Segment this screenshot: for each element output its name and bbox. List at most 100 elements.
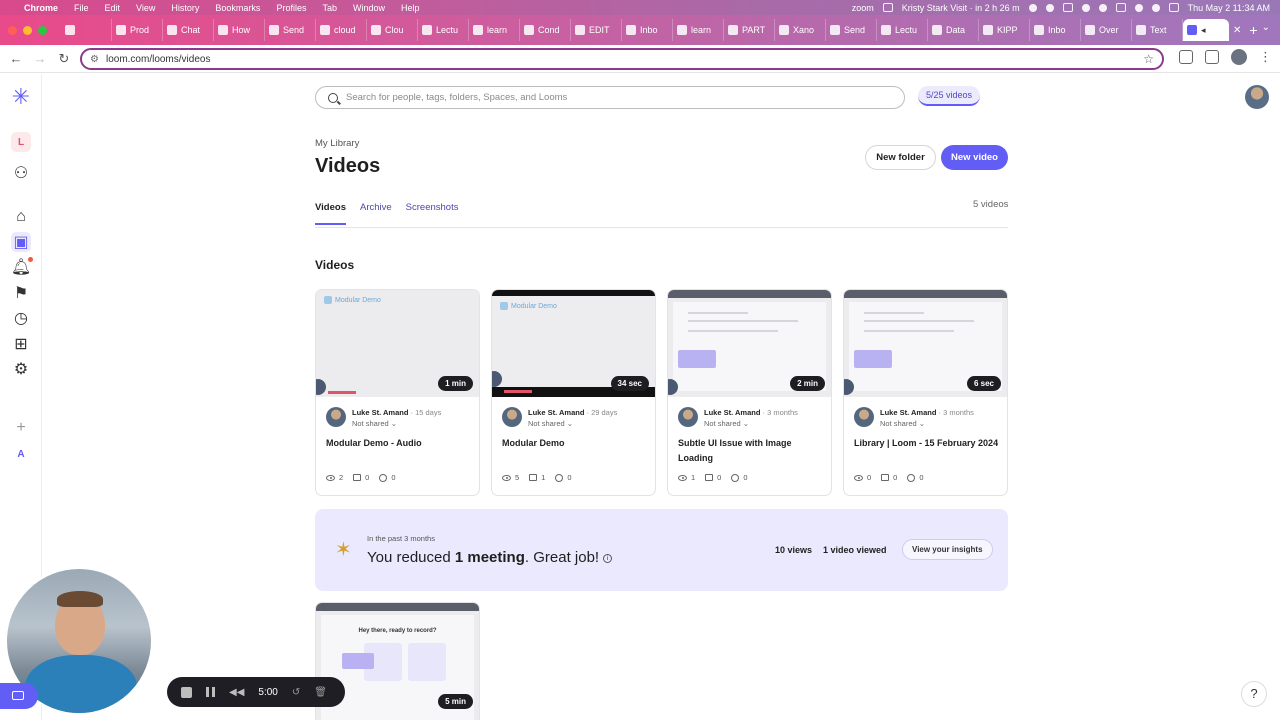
restart-icon[interactable]: ↺: [292, 687, 300, 698]
browser-tab[interactable]: learn: [673, 19, 724, 41]
browser-tab[interactable]: Chat: [163, 19, 214, 41]
sharing-dropdown[interactable]: Not shared ⌄: [528, 419, 573, 428]
browser-tab[interactable]: cloud: [316, 19, 367, 41]
browser-tab[interactable]: KIPP: [979, 19, 1030, 41]
browser-tab[interactable]: Data: [928, 19, 979, 41]
menu-tab[interactable]: Tab: [322, 3, 337, 13]
menu-help[interactable]: Help: [401, 3, 420, 13]
video-thumbnail[interactable]: Modular Demo 1 min: [316, 290, 479, 397]
browser-tab-active[interactable]: ◂: [1183, 19, 1229, 41]
zoom-window-icon[interactable]: [38, 25, 47, 35]
tab-videos[interactable]: Videos: [315, 202, 346, 225]
more-menu-icon[interactable]: ⋮: [1259, 49, 1272, 65]
menu-bookmarks[interactable]: Bookmarks: [215, 3, 260, 13]
sharing-dropdown[interactable]: Not shared ⌄: [352, 419, 397, 428]
help-button[interactable]: ?: [1241, 681, 1267, 707]
browser-tab[interactable]: EDIT: [571, 19, 622, 41]
info-icon[interactable]: i: [603, 553, 613, 563]
breadcrumb[interactable]: My Library: [315, 138, 359, 149]
video-card[interactable]: Modular Demo 34 sec Luke St. Amand · 29 …: [491, 289, 656, 496]
tab-search-chevron-icon[interactable]: ⌄: [1262, 22, 1270, 33]
video-thumbnail[interactable]: 6 sec: [844, 290, 1007, 397]
back-arrow-icon[interactable]: ←: [4, 51, 28, 66]
video-card[interactable]: 2 min Luke St. Amand · 3 months Not shar…: [667, 289, 832, 496]
user-avatar[interactable]: [1245, 85, 1269, 109]
menu-view[interactable]: View: [136, 3, 155, 13]
minimize-window-icon[interactable]: [23, 25, 32, 35]
calendar-meeting[interactable]: Kristy Stark Visit · in 2 h 26 m: [902, 3, 1020, 13]
bell-icon[interactable]: 🔔︎: [11, 257, 33, 277]
video-quota-badge[interactable]: 5/25 videos: [918, 86, 981, 106]
trash-icon[interactable]: 🗑︎: [314, 687, 327, 698]
address-bar[interactable]: ⚙ loom.com/looms/videos ☆: [80, 48, 1164, 70]
browser-tab[interactable]: learn: [469, 19, 520, 41]
bluetooth-icon[interactable]: [1081, 3, 1090, 12]
browser-tab[interactable]: Text: [1132, 19, 1183, 41]
site-settings-icon[interactable]: ⚙: [90, 54, 99, 65]
url-text[interactable]: loom.com/looms/videos: [106, 54, 210, 65]
menu-window[interactable]: Window: [353, 3, 385, 13]
video-title[interactable]: Library | Loom - 15 February 2024: [854, 436, 1004, 451]
rewind-icon[interactable]: ◀◀: [229, 687, 244, 698]
add-workspace-icon[interactable]: +: [11, 418, 31, 438]
browser-tab[interactable]: Over: [1081, 19, 1132, 41]
browser-tab[interactable]: Lectu: [418, 19, 469, 41]
video-title[interactable]: Modular Demo: [502, 436, 652, 451]
browser-tab[interactable]: Send: [826, 19, 877, 41]
bookmark-icon[interactable]: ⚑: [11, 283, 31, 303]
gear-icon[interactable]: ⚙: [11, 359, 31, 379]
sharing-dropdown[interactable]: Not shared ⌄: [880, 419, 925, 428]
drive-icon[interactable]: [882, 3, 893, 12]
video-card[interactable]: 6 sec Luke St. Amand · 3 months Not shar…: [843, 289, 1008, 496]
clock-icon[interactable]: ◷: [11, 308, 31, 328]
gift-icon[interactable]: ⊞: [11, 334, 31, 354]
close-window-icon[interactable]: [8, 25, 17, 35]
view-insights-button[interactable]: View your insights: [902, 539, 993, 560]
menu-app-chrome[interactable]: Chrome: [24, 3, 58, 13]
camera-toggle[interactable]: [0, 683, 38, 709]
extension-icon[interactable]: [1179, 50, 1193, 64]
video-thumbnail[interactable]: 2 min: [668, 290, 831, 397]
menubar-clock[interactable]: Thu May 2 11:34 AM: [1188, 3, 1270, 13]
browser-tab[interactable]: Lectu: [877, 19, 928, 41]
menu-profiles[interactable]: Profiles: [276, 3, 306, 13]
puzzle-extensions-icon[interactable]: [1205, 50, 1219, 64]
new-folder-button[interactable]: New folder: [865, 145, 936, 170]
status-app-icon[interactable]: [1028, 3, 1037, 12]
video-title[interactable]: Subtle UI Issue with Image Loading: [678, 436, 828, 466]
close-tab-icon[interactable]: ✕: [1233, 25, 1241, 36]
library-icon[interactable]: ▣: [11, 232, 31, 252]
stop-icon[interactable]: [181, 686, 192, 698]
battery-icon[interactable]: [1115, 3, 1126, 12]
workspace-switcher[interactable]: L: [11, 132, 31, 152]
pause-icon[interactable]: [206, 687, 215, 697]
new-video-button[interactable]: New video: [941, 145, 1008, 170]
video-card[interactable]: Modular Demo 1 min Luke St. Amand · 15 d…: [315, 289, 480, 496]
workspace-a[interactable]: A: [11, 444, 31, 464]
browser-tab[interactable]: Inbo: [1030, 19, 1081, 41]
browser-tab[interactable]: [61, 19, 112, 41]
video-title[interactable]: Modular Demo - Audio: [326, 436, 476, 451]
search-input[interactable]: Search for people, tags, folders, Spaces…: [315, 86, 905, 109]
bookmark-star-icon[interactable]: ☆: [1143, 52, 1154, 66]
menu-edit[interactable]: Edit: [105, 3, 121, 13]
tab-screenshots[interactable]: Screenshots: [406, 202, 459, 225]
play-icon[interactable]: [1098, 3, 1107, 12]
tab-archive[interactable]: Archive: [360, 202, 392, 225]
reload-icon[interactable]: ↻: [52, 51, 76, 67]
wifi-icon[interactable]: [1134, 3, 1143, 12]
menu-history[interactable]: History: [171, 3, 199, 13]
browser-tab[interactable]: Xano: [775, 19, 826, 41]
home-icon[interactable]: ⌂: [11, 207, 31, 227]
browser-tab[interactable]: PART: [724, 19, 775, 41]
camera-icon[interactable]: [1062, 3, 1073, 12]
browser-tab[interactable]: Cond: [520, 19, 571, 41]
people-icon[interactable]: ⚇: [11, 163, 31, 183]
zoom-label[interactable]: zoom: [852, 3, 874, 13]
browser-tab[interactable]: Prod: [112, 19, 163, 41]
loom-logo-icon[interactable]: ✳: [11, 84, 31, 109]
browser-tab[interactable]: Clou: [367, 19, 418, 41]
broadcast-icon[interactable]: [1045, 3, 1054, 12]
profile-avatar-icon[interactable]: [1231, 49, 1247, 65]
forward-arrow-icon[interactable]: →: [28, 51, 52, 66]
